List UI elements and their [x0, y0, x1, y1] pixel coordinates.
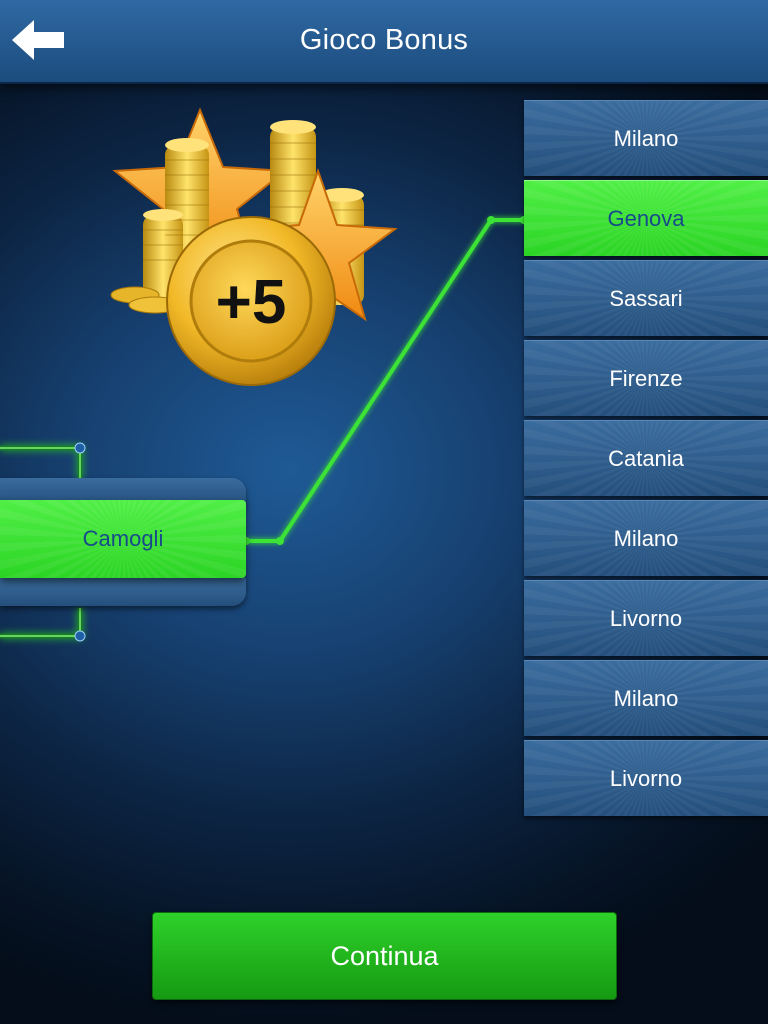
option-item[interactable]: Milano — [524, 100, 768, 176]
reward-badge: +5 — [105, 105, 405, 395]
option-item[interactable]: Milano — [524, 500, 768, 576]
option-item[interactable]: Livorno — [524, 740, 768, 816]
option-label: Firenze — [609, 365, 683, 391]
option-label: Livorno — [609, 605, 683, 631]
option-item-selected[interactable]: Genova — [524, 180, 768, 256]
option-label: Milano — [613, 685, 679, 711]
option-item[interactable]: Livorno — [524, 580, 768, 656]
source-card-stack: Camogli — [0, 478, 246, 608]
source-item-camogli[interactable]: Camogli — [0, 500, 246, 578]
option-item[interactable]: Sassari — [524, 260, 768, 336]
option-item[interactable]: Milano — [524, 660, 768, 736]
option-label: Milano — [613, 125, 679, 151]
continue-button-label: Continua — [330, 940, 439, 971]
option-label: Livorno — [609, 765, 683, 791]
coin-stars-icon: +5 — [110, 107, 398, 386]
option-label: Sassari — [609, 285, 683, 311]
header-bar: Gioco Bonus — [0, 0, 768, 84]
option-label: Genova — [607, 205, 685, 231]
options-list: Milano Genova Sassari Firenze Catania Mi… — [524, 100, 768, 820]
source-card-below — [0, 578, 246, 606]
page-title: Gioco Bonus — [299, 24, 469, 56]
option-item[interactable]: Firenze — [524, 340, 768, 416]
reward-label: +5 — [216, 268, 287, 337]
source-item-label: Camogli — [82, 526, 164, 551]
continue-button[interactable]: Continua — [152, 912, 617, 1000]
option-label: Catania — [608, 445, 684, 471]
option-label: Milano — [613, 525, 679, 551]
option-item[interactable]: Catania — [524, 420, 768, 496]
